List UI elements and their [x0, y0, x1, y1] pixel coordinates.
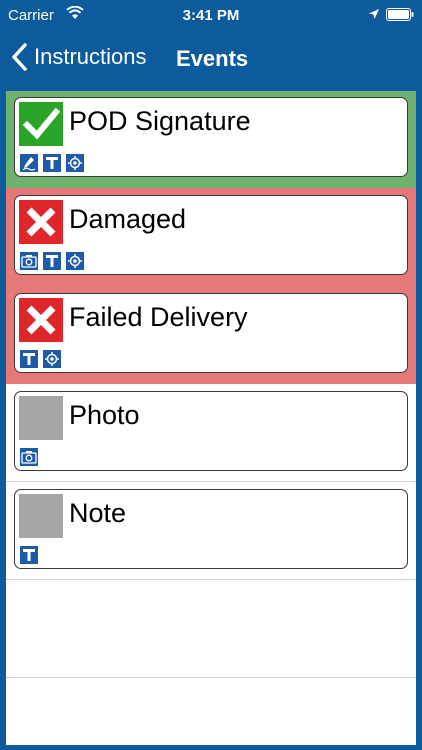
event-icons [19, 251, 88, 271]
event-card-note[interactable]: Note [14, 489, 408, 569]
text-icon [42, 251, 62, 271]
event-icons [19, 349, 65, 369]
location-icon [65, 153, 85, 173]
location-arrow-icon [369, 9, 379, 19]
pending-status-box [19, 396, 63, 440]
event-icons [19, 153, 88, 173]
text-icon [19, 349, 39, 369]
event-label: Photo [69, 400, 140, 430]
pending-status-box [19, 494, 63, 538]
location-icon [42, 349, 62, 369]
event-label: POD Signature [69, 106, 251, 136]
event-label: Damaged [69, 204, 187, 234]
navigation-bar: Instructions Events [0, 30, 422, 84]
location-icon [65, 251, 85, 271]
text-icon [42, 153, 62, 173]
status-time: 3:41 PM [182, 7, 240, 24]
event-label: Note [69, 498, 127, 528]
camera-icon [19, 251, 39, 271]
event-icons [19, 545, 42, 565]
text-icon [19, 545, 39, 565]
event-card-damaged[interactable]: Damaged [14, 195, 408, 275]
row-separator [6, 677, 416, 678]
cross-icon [19, 200, 63, 244]
page-title: Events [176, 46, 249, 71]
checkmark-icon [19, 102, 63, 146]
event-card-pod-signature[interactable]: POD Signature [14, 97, 408, 177]
event-card-photo[interactable]: Photo [14, 391, 408, 471]
status-bar: Carrier 3:41 PM [0, 0, 422, 30]
back-button[interactable]: Instructions [10, 40, 147, 74]
signature-icon [19, 153, 39, 173]
chevron-left-icon [12, 43, 27, 71]
events-list: POD Signature Damaged Failed Delivery Ph… [6, 91, 416, 745]
row-separator [6, 579, 416, 580]
row-separator [6, 481, 416, 482]
event-card-failed-delivery[interactable]: Failed Delivery [14, 293, 408, 373]
back-button-label: Instructions [34, 44, 147, 69]
event-label: Failed Delivery [69, 302, 248, 332]
camera-icon [19, 447, 39, 467]
cross-icon [19, 298, 63, 342]
battery-icon [386, 8, 414, 21]
event-icons [19, 447, 42, 467]
